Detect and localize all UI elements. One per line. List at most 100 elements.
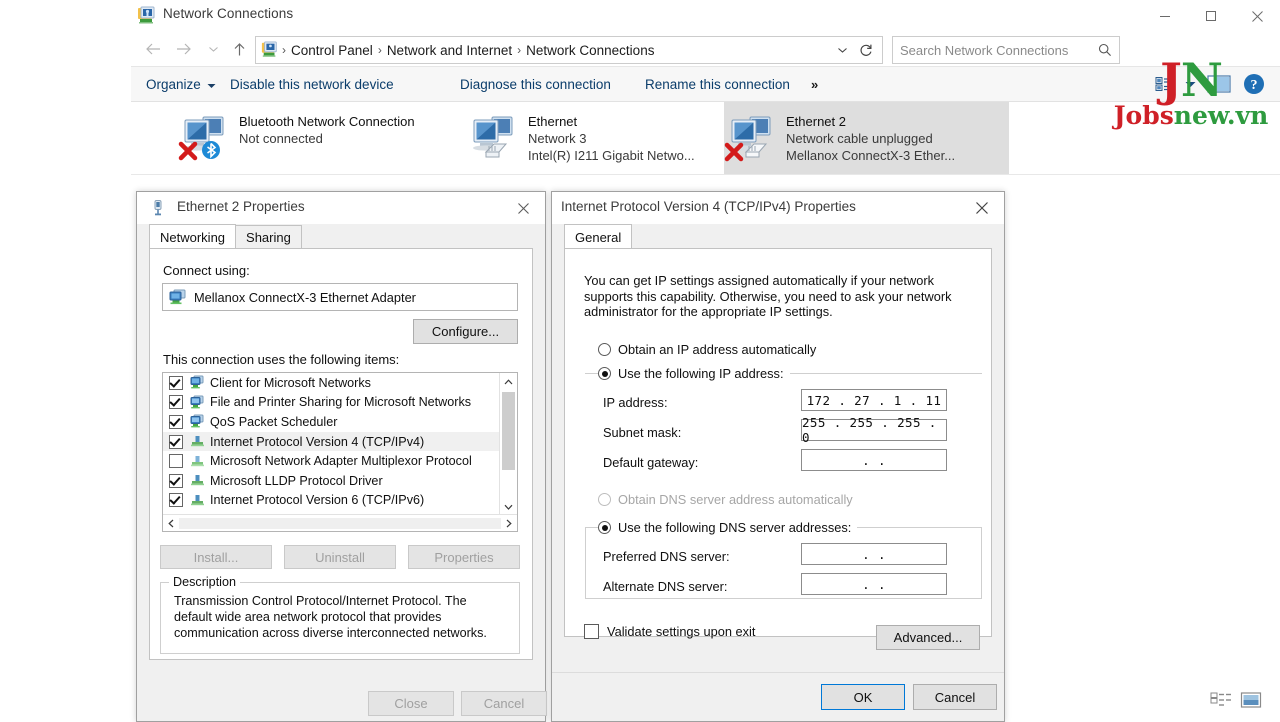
radio-indicator[interactable] bbox=[598, 493, 611, 506]
connection-item-ethernet-2[interactable]: Ethernet 2 Network cable unplugged Mella… bbox=[724, 102, 1009, 174]
eth-close-button[interactable]: Close bbox=[368, 691, 454, 716]
forward-button[interactable] bbox=[169, 35, 197, 63]
general-tab-page: You can get IP settings assigned automat… bbox=[564, 248, 992, 637]
item-label: Internet Protocol Version 6 (TCP/IPv6) bbox=[210, 493, 425, 508]
description-group: Description Transmission Control Protoco… bbox=[160, 575, 520, 654]
obtain-dns-automatically-radio[interactable]: Obtain DNS server address automatically bbox=[598, 492, 853, 507]
close-button[interactable] bbox=[1234, 0, 1280, 32]
ok-button[interactable]: OK bbox=[821, 684, 905, 710]
item-checkbox[interactable] bbox=[169, 454, 183, 469]
diagnose-connection-button[interactable]: Diagnose this connection bbox=[451, 67, 620, 101]
list-item[interactable]: Internet Protocol Version 4 (TCP/IPv4) bbox=[163, 431, 500, 452]
subnet-mask-field[interactable]: 255 . 255 . 255 . 0 bbox=[801, 415, 947, 445]
connection-item-bluetooth[interactable]: Bluetooth Network Connection Not connect… bbox=[177, 102, 462, 174]
refresh-icon[interactable] bbox=[857, 41, 875, 59]
properties-button[interactable]: Properties bbox=[408, 545, 520, 569]
details-view-icon[interactable] bbox=[1210, 691, 1232, 714]
large-icons-view-icon[interactable] bbox=[1240, 691, 1262, 714]
validate-settings-checkbox[interactable]: Validate settings upon exit bbox=[584, 624, 755, 639]
radio-indicator[interactable] bbox=[598, 367, 611, 380]
checkbox-indicator[interactable] bbox=[584, 624, 599, 639]
overflow-button[interactable]: » bbox=[811, 67, 818, 101]
adapter-name: Mellanox ConnectX-3 Ethernet Adapter bbox=[194, 289, 416, 305]
ethernet-adapter-icon bbox=[466, 110, 528, 166]
close-icon[interactable] bbox=[501, 192, 545, 224]
item-checkbox[interactable] bbox=[169, 434, 183, 449]
preferred-dns-field[interactable]: . . bbox=[801, 543, 947, 565]
obtain-ip-automatically-radio[interactable]: Obtain an IP address automatically bbox=[598, 342, 816, 357]
item-checkbox[interactable] bbox=[169, 414, 183, 429]
disable-device-button[interactable]: Disable this network device bbox=[221, 67, 403, 101]
subnet-mask-label: Subnet mask: bbox=[603, 425, 682, 440]
service-icon bbox=[190, 414, 205, 429]
chevron-down-icon[interactable] bbox=[834, 42, 850, 58]
eth-cancel-button[interactable]: Cancel bbox=[461, 691, 547, 716]
tab-sharing-label: Sharing bbox=[246, 230, 291, 245]
tab-general[interactable]: General bbox=[564, 224, 633, 249]
breadcrumb-control-panel[interactable]: Control Panel bbox=[287, 43, 377, 58]
list-horizontal-scrollbar[interactable] bbox=[163, 514, 517, 531]
organize-menu[interactable]: Organize bbox=[137, 67, 225, 101]
tab-sharing[interactable]: Sharing bbox=[235, 225, 302, 249]
up-button[interactable] bbox=[225, 35, 253, 63]
scroll-right-icon[interactable] bbox=[501, 516, 517, 531]
protocol-icon bbox=[190, 434, 205, 449]
list-item[interactable]: File and Printer Sharing for Microsoft N… bbox=[163, 393, 500, 413]
watermark-text-green: new.vn bbox=[1173, 101, 1269, 130]
item-checkbox[interactable] bbox=[169, 375, 183, 390]
install-button[interactable]: Install... bbox=[160, 545, 272, 569]
address-bar[interactable]: › Control Panel › Network and Internet ›… bbox=[255, 36, 883, 64]
window-title: Network Connections bbox=[163, 6, 294, 21]
network-items-list[interactable]: Client for Microsoft Networks File and P… bbox=[162, 372, 518, 532]
connect-using-label: Connect using: bbox=[163, 263, 250, 278]
item-checkbox[interactable] bbox=[169, 493, 183, 508]
search-input[interactable]: Search Network Connections bbox=[900, 43, 1095, 58]
use-following-ip-radio[interactable]: Use the following IP address: bbox=[598, 366, 790, 381]
default-gateway-field[interactable]: . . bbox=[801, 449, 947, 471]
validate-settings-label: Validate settings upon exit bbox=[607, 624, 756, 639]
maximize-button[interactable] bbox=[1188, 0, 1234, 32]
item-checkbox[interactable] bbox=[169, 395, 183, 410]
ip-address-field[interactable]: 172 . 27 . 1 . 11 bbox=[801, 389, 947, 411]
scroll-up-icon[interactable] bbox=[500, 373, 517, 390]
search-box[interactable]: Search Network Connections bbox=[892, 36, 1120, 64]
use-following-dns-radio[interactable]: Use the following DNS server addresses: bbox=[598, 520, 858, 535]
list-item[interactable]: QoS Packet Scheduler bbox=[163, 412, 500, 432]
list-vertical-scrollbar[interactable] bbox=[499, 373, 517, 531]
alternate-dns-field[interactable]: . . bbox=[801, 573, 947, 595]
connection-status: Network 3 bbox=[528, 131, 587, 146]
service-icon bbox=[190, 395, 205, 410]
list-item[interactable]: Internet Protocol Version 6 (TCP/IPv6) bbox=[163, 491, 500, 511]
rename-connection-button[interactable]: Rename this connection bbox=[636, 67, 799, 101]
hscroll-track[interactable] bbox=[179, 517, 501, 529]
list-item[interactable]: Client for Microsoft Networks bbox=[163, 373, 500, 393]
breadcrumb-network-connections[interactable]: Network Connections bbox=[522, 43, 658, 58]
scrollbar-thumb[interactable] bbox=[502, 392, 515, 470]
radio-indicator[interactable] bbox=[598, 521, 611, 534]
scroll-down-icon[interactable] bbox=[500, 498, 517, 515]
default-gateway-label: Default gateway: bbox=[603, 455, 699, 470]
watermark-logo-n: N bbox=[1180, 53, 1223, 107]
tab-networking[interactable]: Networking bbox=[149, 224, 237, 249]
scroll-left-icon[interactable] bbox=[163, 516, 179, 531]
list-item[interactable]: Microsoft Network Adapter Multiplexor Pr… bbox=[163, 451, 500, 471]
search-icon[interactable] bbox=[1095, 41, 1115, 59]
ethernet-properties-dialog: Ethernet 2 Properties Networking Sharing… bbox=[136, 191, 547, 722]
item-checkbox[interactable] bbox=[169, 473, 183, 488]
back-button[interactable] bbox=[139, 35, 167, 63]
diagnose-connection-label: Diagnose this connection bbox=[460, 76, 611, 92]
minimize-button[interactable] bbox=[1142, 0, 1188, 32]
close-icon[interactable] bbox=[960, 192, 1004, 224]
dialog-title-bar: Internet Protocol Version 4 (TCP/IPv4) P… bbox=[552, 192, 1004, 224]
recent-locations-button[interactable] bbox=[199, 35, 227, 63]
connection-item-ethernet[interactable]: Ethernet Network 3 Intel(R) I211 Gigabit… bbox=[466, 102, 751, 174]
advanced-button[interactable]: Advanced... bbox=[876, 625, 980, 650]
list-item[interactable]: Microsoft LLDP Protocol Driver bbox=[163, 471, 500, 491]
configure-button[interactable]: Configure... bbox=[413, 319, 518, 344]
radio-indicator[interactable] bbox=[598, 343, 611, 356]
cancel-button[interactable]: Cancel bbox=[913, 684, 997, 710]
breadcrumb-network-and-internet[interactable]: Network and Internet bbox=[383, 43, 516, 58]
protocol-icon bbox=[190, 473, 205, 488]
ok-label: OK bbox=[853, 689, 873, 705]
uninstall-button[interactable]: Uninstall bbox=[284, 545, 396, 569]
